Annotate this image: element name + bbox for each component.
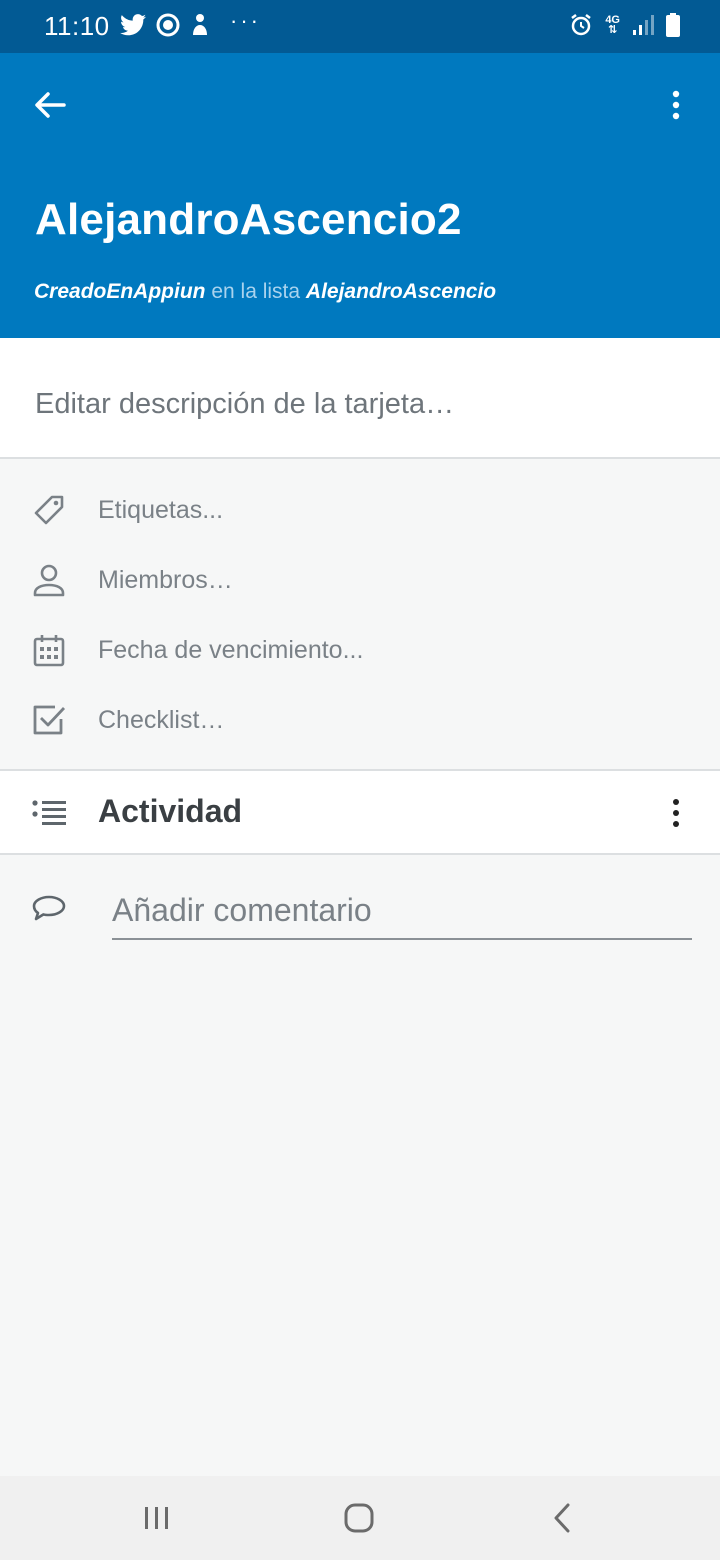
recent-apps-icon — [145, 1507, 168, 1529]
checklist-label: Checklist… — [98, 705, 225, 734]
card-location: CreadoEnAppiun en la lista AlejandroAsce… — [34, 280, 496, 304]
system-back-button[interactable] — [540, 1498, 584, 1538]
description-field[interactable]: Editar descripción de la tarjeta… — [0, 338, 720, 459]
app-icon — [156, 13, 180, 37]
comment-icon — [30, 890, 68, 928]
members-row[interactable]: Miembros… — [0, 545, 720, 615]
due-date-row[interactable]: Fecha de vencimiento... — [0, 615, 720, 685]
signal-icon — [633, 15, 654, 35]
description-placeholder: Editar descripción de la tarjeta… — [35, 388, 455, 420]
more-vertical-icon — [673, 799, 679, 827]
calendar-icon — [30, 631, 68, 669]
network-icon: 4G ⇅ — [605, 14, 620, 36]
tag-icon — [30, 491, 68, 529]
arrow-left-icon — [35, 92, 66, 118]
checklist-row[interactable]: Checklist… — [0, 685, 720, 755]
status-bar: 11:10 ··· 4G ⇅ — [0, 0, 720, 53]
person-outline-icon — [30, 561, 68, 599]
overflow-menu-button[interactable] — [654, 83, 698, 127]
chevron-left-icon — [554, 1503, 570, 1533]
list-name[interactable]: AlejandroAscencio — [306, 280, 496, 303]
more-notifications-icon: ··· — [230, 8, 261, 33]
labels-row[interactable]: Etiquetas... — [0, 475, 720, 545]
list-icon — [30, 795, 68, 833]
card-title[interactable]: AlejandroAscencio2 — [35, 195, 462, 245]
labels-label: Etiquetas... — [98, 495, 224, 524]
back-button[interactable] — [28, 83, 72, 127]
comment-row — [0, 870, 720, 950]
activity-menu-button[interactable] — [656, 793, 696, 833]
checkbox-icon — [30, 701, 68, 739]
card-meta-list: Etiquetas... Miembros… Fecha de vencimie… — [0, 461, 720, 769]
recent-apps-button[interactable] — [135, 1498, 179, 1538]
person-icon — [193, 14, 207, 35]
due-date-label: Fecha de vencimiento... — [98, 635, 364, 664]
activity-header: Actividad — [0, 769, 720, 855]
list-connector: en la lista — [211, 280, 301, 303]
board-name[interactable]: CreadoEnAppiun — [34, 280, 206, 303]
comment-input[interactable] — [112, 888, 692, 940]
system-nav-bar — [0, 1476, 720, 1560]
twitter-icon — [120, 14, 146, 36]
status-system-icons: 4G ⇅ — [569, 13, 680, 37]
card-header: AlejandroAscencio2 CreadoEnAppiun en la … — [0, 53, 720, 338]
home-button[interactable] — [337, 1498, 381, 1538]
home-icon — [344, 1503, 374, 1533]
battery-icon — [666, 13, 680, 37]
network-type: 4G — [605, 14, 620, 26]
alarm-icon — [571, 14, 592, 36]
status-time: 11:10 — [44, 11, 110, 41]
activity-title: Actividad — [98, 793, 243, 829]
more-vertical-icon — [672, 90, 680, 120]
members-label: Miembros… — [98, 565, 233, 594]
status-notifications: ··· — [120, 8, 261, 37]
